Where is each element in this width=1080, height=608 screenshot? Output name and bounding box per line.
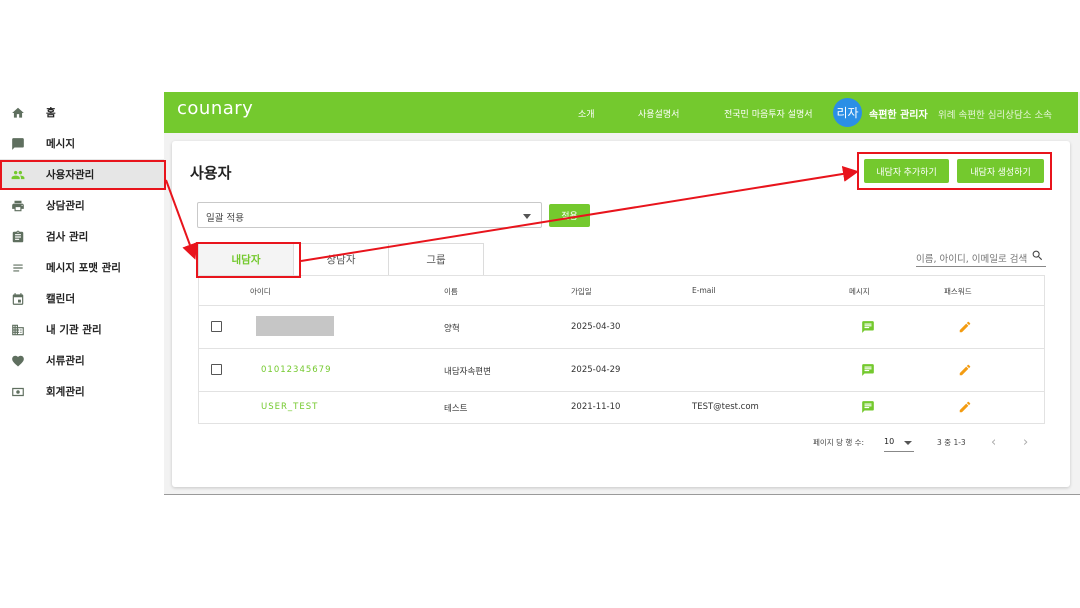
sidebar-item-label: 캘린더 [46, 293, 75, 305]
building-icon [11, 323, 25, 337]
apply-button[interactable]: 적용 [549, 204, 590, 227]
nav-investment-guide-link[interactable]: 전국민 마음투자 설명서 [724, 107, 813, 120]
sidebar-item-label: 상담관리 [46, 200, 85, 212]
table-row[interactable]: 01012345679 내담자속편변 2025-04-29 [199, 349, 1044, 392]
cell-joined: 2025-04-29 [571, 365, 621, 375]
search-input[interactable] [916, 250, 1028, 269]
sidebar-item-label: 내 기관 관리 [46, 324, 102, 336]
user-table: 아이디 이름 가입일 E-mail 메시지 패스워드 양혁 2025-04-30… [198, 275, 1045, 424]
table-row[interactable]: USER_TEST 테스트 2021-11-10 TEST@test.com [199, 392, 1044, 423]
logo[interactable]: counary [177, 98, 253, 119]
sidebar-item-label: 메시지 [46, 138, 75, 150]
search-box [916, 247, 1046, 269]
message-icon[interactable] [861, 400, 875, 414]
message-icon[interactable] [861, 320, 875, 334]
chevron-down-icon [904, 441, 912, 445]
sidebar-item-label: 홈 [46, 107, 56, 119]
sidebar-item-home[interactable]: 홈 [0, 97, 164, 128]
print-icon [11, 199, 25, 213]
chevron-down-icon [523, 214, 531, 219]
column-header-id[interactable]: 아이디 [250, 286, 271, 297]
row-checkbox[interactable] [211, 321, 222, 332]
organization-name: 위례 속편한 심리상담소 소속 [938, 110, 1052, 121]
list-icon [11, 261, 25, 275]
annotation-box-sidebar [0, 160, 166, 190]
sidebar-item-documents[interactable]: 서류관리 [0, 345, 164, 376]
sidebar-item-label: 서류관리 [46, 355, 85, 367]
sidebar-item-label: 검사 관리 [46, 231, 89, 243]
pagination-range: 3 중 1-3 [937, 438, 966, 447]
message-icon[interactable] [861, 363, 875, 377]
calendar-icon [11, 292, 25, 306]
sidebar-item-label: 메시지 포맷 관리 [46, 262, 121, 274]
cell-id[interactable]: USER_TEST [261, 402, 318, 412]
rows-per-page-select[interactable]: 10 [884, 432, 914, 452]
redacted-id [256, 316, 334, 336]
chevron-right-icon[interactable]: › [1023, 435, 1028, 450]
tab-groups[interactable]: 그룹 [388, 243, 484, 275]
sidebar-item-message[interactable]: 메시지 [0, 128, 164, 159]
heart-icon [11, 354, 25, 368]
cell-email: TEST@test.com [692, 402, 759, 412]
column-header-name[interactable]: 이름 [444, 286, 458, 297]
cell-id[interactable]: 01012345679 [261, 365, 332, 375]
top-bar: counary 소개 사용설명서 전국민 마음투자 설명서 리자 속편한 관리자… [164, 92, 1078, 133]
page-title: 사용자 [190, 164, 232, 182]
tab-counselors[interactable]: 상담자 [293, 243, 389, 275]
nav-manual-link[interactable]: 사용설명서 [638, 107, 679, 120]
edit-password-icon[interactable] [958, 320, 972, 334]
edit-password-icon[interactable] [958, 400, 972, 414]
table-header: 아이디 이름 가입일 E-mail 메시지 패스워드 [199, 276, 1044, 306]
sidebar-item-calendar[interactable]: 캘린더 [0, 283, 164, 314]
sidebar-item-test[interactable]: 검사 관리 [0, 221, 164, 252]
sidebar-item-counseling[interactable]: 상담관리 [0, 190, 164, 221]
table-row[interactable]: 양혁 2025-04-30 [199, 306, 1044, 349]
row-checkbox[interactable] [211, 364, 222, 375]
bulk-action-value: 일괄 적용 [206, 213, 244, 224]
cell-name: 테스트 [444, 404, 468, 414]
column-header-joined[interactable]: 가입일 [571, 286, 592, 297]
home-icon [11, 106, 25, 120]
sidebar-item-accounting[interactable]: 회계관리 [0, 376, 164, 407]
column-header-email[interactable]: E-mail [692, 286, 716, 295]
sidebar: 홈 메시지 사용자관리 상담관리 검사 관리 메시지 포맷 관리 캘린더 내 기… [0, 92, 164, 495]
chat-icon [11, 137, 25, 151]
edit-password-icon[interactable] [958, 363, 972, 377]
avatar[interactable]: 리자 [833, 98, 862, 127]
nav-intro-link[interactable]: 소개 [578, 107, 595, 120]
sidebar-item-message-format[interactable]: 메시지 포맷 관리 [0, 252, 164, 283]
annotation-box-buttons [857, 152, 1052, 190]
clipboard-icon [11, 230, 25, 244]
rows-per-page-value: 10 [884, 437, 895, 446]
chevron-left-icon[interactable]: ‹ [991, 435, 996, 450]
sidebar-item-my-organization[interactable]: 내 기관 관리 [0, 314, 164, 345]
admin-name[interactable]: 속편한 관리자 [869, 106, 928, 121]
user-management-card: 사용자 내담자 추가하기 내담자 생성하기 일괄 적용 적용 내담자 상담자 그… [172, 141, 1070, 487]
cell-name: 내담자속편변 [444, 367, 491, 377]
column-header-message: 메시지 [849, 287, 870, 296]
bulk-action-select[interactable]: 일괄 적용 [197, 202, 542, 228]
money-icon [11, 385, 25, 399]
cell-joined: 2021-11-10 [571, 402, 621, 412]
sidebar-item-label: 회계관리 [46, 386, 85, 398]
column-header-password: 패스워드 [944, 287, 972, 296]
annotation-box-tab [196, 242, 301, 278]
cell-name: 양혁 [444, 324, 460, 334]
cell-joined: 2025-04-30 [571, 322, 621, 332]
rows-per-page-label: 페이지 당 행 수: [813, 438, 865, 447]
search-icon[interactable] [1031, 249, 1044, 262]
